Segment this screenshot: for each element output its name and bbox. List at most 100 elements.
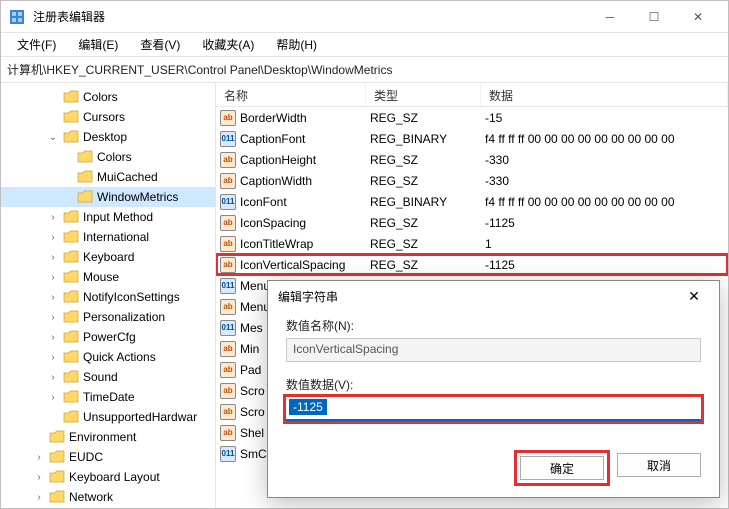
folder-icon [49,490,65,504]
chevron-right-icon[interactable]: › [47,392,59,403]
tree-item[interactable]: WindowMetrics [1,187,215,207]
dialog-close-button[interactable]: ✕ [679,288,709,305]
chevron-right-icon[interactable]: › [47,372,59,383]
string-value-icon: ab [220,257,236,273]
tree-pane[interactable]: ColorsCursors⌄DesktopColorsMuiCachedWind… [1,83,216,508]
value-name-label: 数值名称(N): [286,317,701,334]
tree-item[interactable]: › Personalization [1,307,215,327]
chevron-right-icon[interactable]: › [47,272,59,283]
dialog-footer: 确定 取消 [268,453,719,497]
tree-item[interactable]: › Network [1,487,215,507]
tree-label: UnsupportedHardwar [83,410,197,424]
cell-data: 1 [485,237,728,251]
string-value-icon: ab [220,215,236,231]
folder-icon [63,270,79,284]
list-row[interactable]: abIconVerticalSpacingREG_SZ-1125 [216,254,728,275]
menu-item[interactable]: 收藏夹(A) [192,34,264,55]
tree-item[interactable]: › NotifyIconSettings [1,287,215,307]
folder-icon [77,150,93,164]
tree-item[interactable]: MuiCached [1,167,215,187]
cell-type: REG_BINARY [370,195,485,209]
tree-item[interactable]: UnsupportedHardwar [1,407,215,427]
menu-item[interactable]: 文件(F) [7,34,66,55]
folder-icon [63,90,79,104]
list-row[interactable]: abCaptionHeightREG_SZ-330 [216,149,728,170]
folder-icon [63,130,79,144]
tree-item[interactable]: › EUDC [1,447,215,467]
col-header-name[interactable]: 名称 [216,83,366,106]
tree-label: Network [69,490,113,504]
cancel-button[interactable]: 取消 [617,453,701,477]
tree-item[interactable]: ›PowerCfg [1,327,215,347]
folder-icon [77,170,93,184]
tree-item[interactable]: ›TimeDate [1,387,215,407]
cell-name: CaptionFont [240,132,370,146]
cell-data: f4 ff ff ff 00 00 00 00 00 00 00 00 00 [485,132,728,146]
list-row[interactable]: 011IconFontREG_BINARYf4 ff ff ff 00 00 0… [216,191,728,212]
list-row[interactable]: abBorderWidthREG_SZ-15 [216,107,728,128]
tree-label: Cursors [83,110,125,124]
tree-item[interactable]: Environment [1,427,215,447]
list-row[interactable]: abCaptionWidthREG_SZ-330 [216,170,728,191]
tree-label: NotifyIconSettings [83,290,180,304]
cell-name: IconSpacing [240,216,370,230]
value-data-selection: -1125 [289,399,327,415]
address-bar[interactable]: 计算机\HKEY_CURRENT_USER\Control Panel\Desk… [1,57,728,83]
folder-icon [49,470,65,484]
tree-item[interactable]: › Keyboard [1,247,215,267]
cell-type: REG_BINARY [370,132,485,146]
chevron-right-icon[interactable]: › [47,292,59,303]
tree-label: Sound [83,370,118,384]
chevron-right-icon[interactable]: › [47,332,59,343]
chevron-down-icon[interactable]: ⌄ [47,132,59,143]
chevron-right-icon[interactable]: › [47,212,59,223]
tree-item[interactable]: ⌄Desktop [1,127,215,147]
chevron-right-icon[interactable]: › [47,352,59,363]
list-row[interactable]: abIconTitleWrapREG_SZ1 [216,233,728,254]
tree-label: Keyboard [83,250,134,264]
string-value-icon: ab [220,152,236,168]
string-value-icon: ab [220,383,236,399]
maximize-button[interactable]: ☐ [632,2,676,32]
cancel-button-wrap: 取消 [617,453,701,483]
value-data-input-wrap: -1125 [286,397,701,421]
tree-item[interactable]: ›International [1,227,215,247]
tree-item[interactable]: › Mouse [1,267,215,287]
cell-data: -1125 [485,216,728,230]
string-value-icon: ab [220,425,236,441]
col-header-type[interactable]: 类型 [366,83,481,106]
menu-item[interactable]: 帮助(H) [266,34,327,55]
cell-type: REG_SZ [370,153,485,167]
tree-label: Personalization [83,310,165,324]
tree-item[interactable]: › Sound [1,367,215,387]
folder-icon [63,210,79,224]
tree-item[interactable]: Colors [1,147,215,167]
tree-label: Mouse [83,270,119,284]
folder-icon [63,230,79,244]
tree-label: EUDC [69,450,103,464]
tree-item[interactable]: Cursors [1,107,215,127]
edit-string-dialog: 编辑字符串 ✕ 数值名称(N): IconVerticalSpacing 数值数… [267,280,720,498]
chevron-right-icon[interactable]: › [47,312,59,323]
close-button[interactable]: ✕ [676,2,720,32]
chevron-right-icon[interactable]: › [33,492,45,503]
tree-item[interactable]: Colors [1,87,215,107]
col-header-data[interactable]: 数据 [481,83,728,106]
chevron-right-icon[interactable]: › [33,452,45,463]
list-row[interactable]: abIconSpacingREG_SZ-1125 [216,212,728,233]
tree-item[interactable]: ›Input Method [1,207,215,227]
binary-value-icon: 011 [220,194,236,210]
value-data-input[interactable] [286,397,701,421]
tree-item[interactable]: ›Keyboard Layout [1,467,215,487]
list-row[interactable]: 011CaptionFontREG_BINARYf4 ff ff ff 00 0… [216,128,728,149]
menu-item[interactable]: 查看(V) [130,34,190,55]
menu-item[interactable]: 编辑(E) [68,34,128,55]
chevron-right-icon[interactable]: › [47,252,59,263]
folder-icon [63,110,79,124]
menubar: 文件(F)编辑(E)查看(V)收藏夹(A)帮助(H) [1,33,728,57]
ok-button[interactable]: 确定 [520,456,604,480]
chevron-right-icon[interactable]: › [33,472,45,483]
minimize-button[interactable]: ─ [588,2,632,32]
tree-item[interactable]: ›Quick Actions [1,347,215,367]
chevron-right-icon[interactable]: › [47,232,59,243]
